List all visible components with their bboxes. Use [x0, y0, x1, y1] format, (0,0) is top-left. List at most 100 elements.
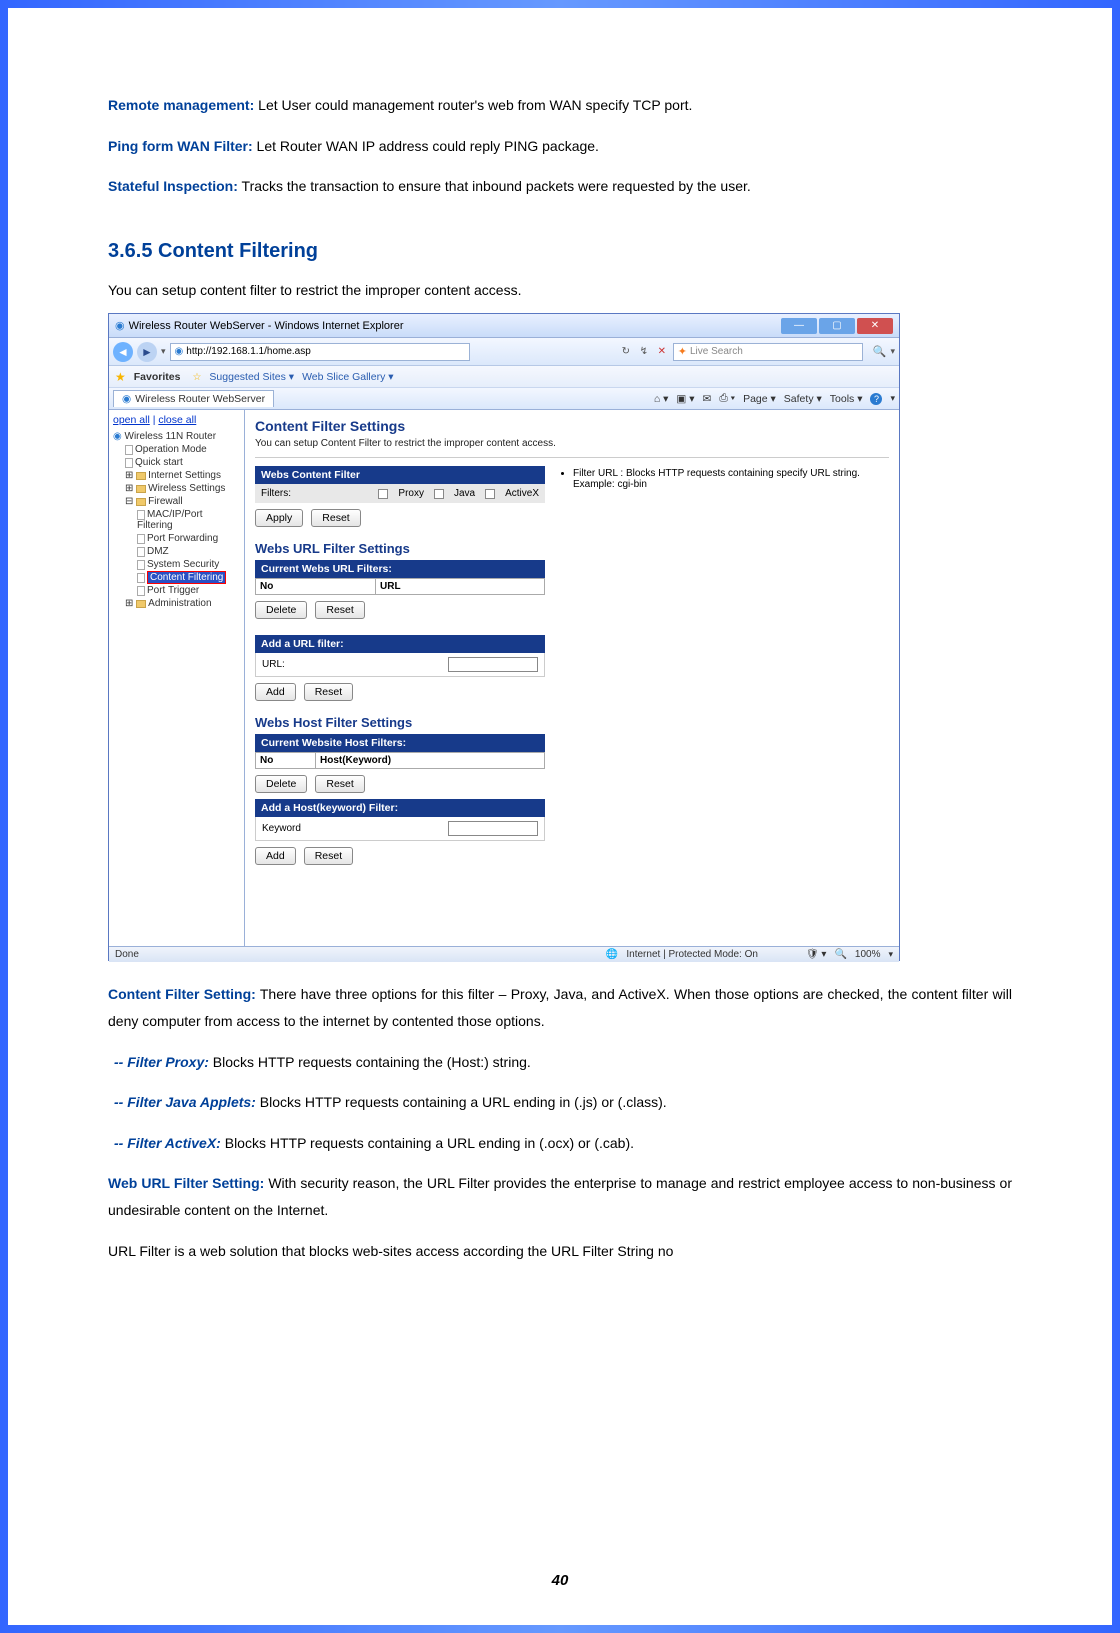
- col-hostkw: Host(Keyword): [316, 753, 545, 769]
- search-field[interactable]: ✦ Live Search: [673, 343, 863, 361]
- stop-icon[interactable]: ✕: [655, 345, 669, 359]
- maximize-button[interactable]: ▢: [819, 318, 855, 334]
- reset-button[interactable]: Reset: [311, 509, 360, 527]
- favorites-bar: ★ Favorites ☆ Suggested Sites ▾ Web Slic…: [109, 366, 899, 388]
- tab-row: ◉ Wireless Router WebServer ⌂ ▾ ▣ ▾ ✉ ⎙ …: [109, 388, 899, 410]
- zoom-icon[interactable]: 🔍: [834, 949, 846, 960]
- print-icon[interactable]: ⎙ ▾: [719, 392, 735, 405]
- current-url-filters-header: Current Webs URL Filters:: [255, 560, 545, 578]
- proxy-checkbox[interactable]: [378, 489, 388, 499]
- filter-proxy-label: -- Filter Proxy:: [114, 1054, 209, 1070]
- reset-addurl-button[interactable]: Reset: [304, 683, 353, 701]
- java-opt: Java: [454, 488, 475, 499]
- reset-addhost-button[interactable]: Reset: [304, 847, 353, 865]
- wufs-label: Web URL Filter Setting:: [108, 1175, 264, 1191]
- tree-folder-admin[interactable]: ⊞ Administration: [113, 597, 240, 610]
- page-number: 40: [8, 1572, 1112, 1589]
- status-done: Done: [115, 949, 139, 960]
- tree-item[interactable]: Port Trigger: [113, 584, 240, 597]
- cfs-label: Content Filter Setting:: [108, 986, 256, 1002]
- search-placeholder: Live Search: [690, 346, 743, 357]
- cf-title: Content Filter Settings: [255, 418, 889, 434]
- home-icon[interactable]: ⌂ ▾: [654, 393, 669, 405]
- keyword-label: Keyword: [262, 823, 301, 834]
- ie-favicon: ◉: [115, 319, 125, 332]
- host-filter-title: Webs Host Filter Settings: [255, 715, 545, 730]
- add-url-button[interactable]: Add: [255, 683, 296, 701]
- search-icon[interactable]: 🔍: [873, 345, 887, 358]
- favorites-star-icon[interactable]: ★: [115, 370, 126, 384]
- tree-folder-wireless[interactable]: ⊞ Wireless Settings: [113, 482, 240, 495]
- delete-host-button[interactable]: Delete: [255, 775, 307, 793]
- tree-item-content-filtering[interactable]: Content Filtering: [113, 571, 240, 584]
- refresh-icon[interactable]: ↻: [619, 345, 633, 359]
- host-filter-table: NoHost(Keyword): [255, 752, 545, 769]
- protected-icon[interactable]: 🛡 ▾: [806, 949, 827, 960]
- compat-icon[interactable]: ↯: [637, 345, 651, 359]
- remote-management-text: Let User could management router's web f…: [254, 97, 692, 113]
- tree-item[interactable]: System Security: [113, 558, 240, 571]
- suggested-sites[interactable]: Suggested Sites ▾: [209, 371, 294, 383]
- filters-label: Filters:: [261, 488, 291, 499]
- tab-router[interactable]: ◉ Wireless Router WebServer: [113, 390, 274, 407]
- status-zoom[interactable]: 100%: [855, 949, 881, 960]
- filter-activex-text: Blocks HTTP requests containing a URL en…: [221, 1135, 634, 1151]
- keyword-input[interactable]: [448, 821, 538, 836]
- current-host-filters-header: Current Website Host Filters:: [255, 734, 545, 752]
- open-all-link[interactable]: open all: [113, 414, 150, 426]
- minimize-button[interactable]: —: [781, 318, 817, 334]
- filter-java-text: Blocks HTTP requests containing a URL en…: [256, 1094, 667, 1110]
- titlebar: ◉ Wireless Router WebServer - Windows In…: [109, 314, 899, 338]
- filter-activex-label: -- Filter ActiveX:: [114, 1135, 221, 1151]
- tools-menu[interactable]: Tools ▾: [830, 393, 863, 405]
- stateful-label: Stateful Inspection:: [108, 178, 238, 194]
- wufs-line2: URL Filter is a web solution that blocks…: [108, 1238, 1012, 1265]
- tree-root[interactable]: ◉ Wireless 11N Router: [113, 430, 240, 443]
- page-menu[interactable]: Page ▾: [743, 393, 776, 405]
- tree-item[interactable]: MAC/IP/Port Filtering: [113, 508, 240, 532]
- tree-folder-firewall[interactable]: ⊟ Firewall: [113, 495, 240, 508]
- status-mode: Internet | Protected Mode: On: [626, 949, 758, 960]
- favorites-label[interactable]: Favorites: [134, 371, 181, 383]
- nav-tree: open all | close all ◉ Wireless 11N Rout…: [109, 410, 245, 946]
- tree-folder-internet[interactable]: ⊞ Internet Settings: [113, 469, 240, 482]
- close-button[interactable]: ✕: [857, 318, 893, 334]
- delete-url-button[interactable]: Delete: [255, 601, 307, 619]
- section-heading: 3.6.5 Content Filtering: [108, 240, 1012, 263]
- reset-url-button[interactable]: Reset: [315, 601, 364, 619]
- close-all-link[interactable]: close all: [158, 414, 196, 426]
- hint-pane: Filter URL : Blocks HTTP requests contai…: [559, 466, 889, 490]
- web-slice-gallery[interactable]: Web Slice Gallery ▾: [302, 371, 393, 383]
- url-filter-table: NoURL: [255, 578, 545, 595]
- forward-button[interactable]: ►: [137, 342, 157, 362]
- reset-host-button[interactable]: Reset: [315, 775, 364, 793]
- java-checkbox[interactable]: [434, 489, 444, 499]
- window-title: Wireless Router WebServer - Windows Inte…: [129, 320, 404, 332]
- url-input[interactable]: [448, 657, 538, 672]
- activex-checkbox[interactable]: [485, 489, 495, 499]
- feeds-icon[interactable]: ▣ ▾: [676, 393, 694, 405]
- apply-button[interactable]: Apply: [255, 509, 303, 527]
- url-label: URL:: [262, 659, 285, 670]
- add-host-button[interactable]: Add: [255, 847, 296, 865]
- main-pane: Content Filter Settings You can setup Co…: [245, 410, 899, 946]
- tree-item[interactable]: Quick start: [113, 456, 240, 469]
- stateful-text: Tracks the transaction to ensure that in…: [238, 178, 751, 194]
- webs-content-filter-header: Webs Content Filter: [255, 466, 545, 484]
- tree-item[interactable]: Operation Mode: [113, 443, 240, 456]
- url-field[interactable]: ◉ http://192.168.1.1/home.asp: [170, 343, 470, 361]
- back-button[interactable]: ◄: [113, 342, 133, 362]
- col-no-host: No: [256, 753, 316, 769]
- activex-opt: ActiveX: [505, 488, 539, 499]
- help-icon[interactable]: ?: [870, 393, 882, 405]
- globe-icon: 🌐: [606, 949, 618, 960]
- col-no: No: [256, 579, 376, 595]
- ie-window: ◉ Wireless Router WebServer - Windows In…: [108, 313, 900, 961]
- url-filter-title: Webs URL Filter Settings: [255, 541, 545, 556]
- cf-intro: You can setup Content Filter to restrict…: [255, 438, 889, 449]
- mail-icon[interactable]: ✉: [703, 393, 712, 405]
- tree-item[interactable]: DMZ: [113, 545, 240, 558]
- tree-item[interactable]: Port Forwarding: [113, 532, 240, 545]
- filters-row: Filters: Proxy Java ActiveX: [255, 484, 545, 503]
- safety-menu[interactable]: Safety ▾: [784, 393, 822, 405]
